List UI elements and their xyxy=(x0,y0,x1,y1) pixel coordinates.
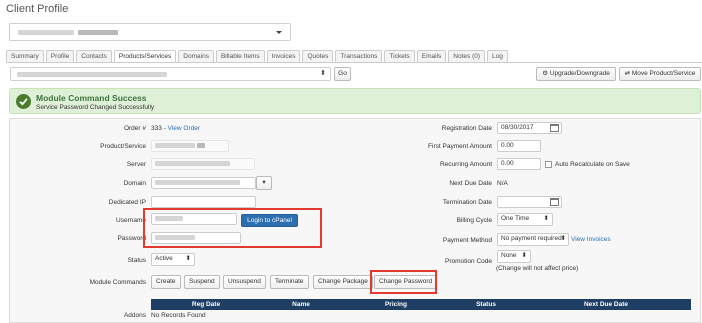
alert-title: Module Command Success xyxy=(36,93,147,103)
redacted-product-2 xyxy=(196,142,205,148)
chevron-down-icon xyxy=(276,31,282,34)
unsuspend-button[interactable]: Unsuspend xyxy=(223,275,266,289)
order-label: Order # xyxy=(123,125,146,132)
first-payment-label: First Payment Amount xyxy=(428,143,492,150)
product-label: Product/Service xyxy=(100,143,146,150)
auto-recalc-label: Auto Recalculate on Save xyxy=(555,161,630,168)
recurring-amount-value: 0.00 xyxy=(501,160,514,167)
page-title: Client Profile xyxy=(6,3,69,15)
col-next-due-date[interactable]: Next Due Date xyxy=(521,299,691,310)
tab-divider xyxy=(6,62,702,63)
select-arrows-icon: ⬍ xyxy=(560,235,566,242)
first-payment-value: 0.00 xyxy=(501,142,514,149)
billing-cycle-label: Billing Cycle xyxy=(456,217,492,224)
redacted-server xyxy=(155,160,230,166)
billing-cycle-value: One Time xyxy=(501,215,530,222)
select-arrows-icon: ⬍ xyxy=(521,252,527,259)
promotion-code-label: Promotion Code xyxy=(445,258,492,265)
upgrade-downgrade-label: Upgrade/Downgrade xyxy=(549,70,610,77)
username-label: Username xyxy=(116,217,146,224)
redacted-client-name xyxy=(18,30,74,35)
auto-recalc-checkbox[interactable] xyxy=(545,161,552,168)
termination-date-label: Termination Date xyxy=(442,199,492,206)
gear-icon: ⚙ xyxy=(542,70,549,77)
addons-table-header: Reg Date Name Pricing Status Next Due Da… xyxy=(151,299,691,310)
status-label: Status xyxy=(127,257,146,264)
server-label: Server xyxy=(126,161,146,168)
registration-date-value: 08/30/2017 xyxy=(501,124,534,131)
col-name[interactable]: Name xyxy=(261,299,341,310)
first-payment-input[interactable]: 0.00 xyxy=(497,140,541,152)
select-arrows-icon: ⬍ xyxy=(543,215,549,222)
recurring-amount-input[interactable]: 0.00 xyxy=(497,158,541,170)
change-package-button[interactable]: Change Package xyxy=(313,275,373,289)
client-select[interactable] xyxy=(9,23,291,41)
password-label: Password xyxy=(117,235,146,242)
module-commands-label: Module Commands xyxy=(89,279,146,286)
select-arrows-icon: ⬍ xyxy=(185,255,191,262)
terminate-button[interactable]: Terminate xyxy=(270,275,309,289)
shuffle-icon: ⇄ xyxy=(624,70,631,77)
create-button[interactable]: Create xyxy=(151,275,181,289)
server-select[interactable] xyxy=(151,158,255,170)
redacted-service xyxy=(17,72,167,77)
order-number: 333 - xyxy=(151,125,168,132)
col-pricing[interactable]: Pricing xyxy=(341,299,451,310)
domain-label: Domain xyxy=(123,180,146,187)
next-due-date-label: Next Due Date xyxy=(449,180,492,187)
recurring-amount-label: Recurring Amount xyxy=(439,161,492,168)
dedicated-ip-input[interactable] xyxy=(151,196,256,208)
addons-empty-row: No Records Found xyxy=(151,312,206,319)
dedicated-ip-label: Dedicated IP xyxy=(108,199,146,206)
product-select[interactable] xyxy=(151,140,229,152)
redacted-product xyxy=(155,142,195,148)
promotion-note: (Change will not affect price) xyxy=(496,265,579,272)
payment-method-label: Payment Method xyxy=(442,237,492,244)
status-value: Active xyxy=(155,255,173,262)
next-due-date-value: N/A xyxy=(497,180,508,187)
domain-dropdown-button[interactable]: ▾ xyxy=(256,176,272,190)
registration-date-label: Registration Date xyxy=(441,125,492,132)
go-button[interactable]: Go xyxy=(334,67,351,81)
status-select[interactable]: Active ⬍ xyxy=(151,253,195,266)
select-arrows-icon: ⬍ xyxy=(320,70,326,77)
promotion-code-select[interactable]: None ⬍ xyxy=(497,250,531,263)
success-alert: Module Command Success Service Password … xyxy=(9,88,701,114)
col-reg-date[interactable]: Reg Date xyxy=(151,299,261,310)
upgrade-downgrade-button[interactable]: ⚙ Upgrade/Downgrade xyxy=(536,67,616,81)
col-status[interactable]: Status xyxy=(451,299,521,310)
redacted-domain xyxy=(155,179,240,185)
check-circle-icon xyxy=(16,94,31,109)
billing-cycle-select[interactable]: One Time ⬍ xyxy=(497,213,553,226)
calendar-icon[interactable] xyxy=(550,198,559,206)
addons-table: Reg Date Name Pricing Status Next Due Da… xyxy=(151,299,691,323)
order-value: 333 - View Order xyxy=(151,125,200,132)
calendar-icon[interactable] xyxy=(550,124,559,132)
promotion-code-value: None xyxy=(501,252,517,259)
suspend-button[interactable]: Suspend xyxy=(184,275,220,289)
move-product-label: Move Product/Service xyxy=(631,70,696,77)
view-order-link[interactable]: View Order xyxy=(168,125,200,132)
service-select[interactable]: ⬍ xyxy=(10,67,331,81)
redacted-client-id xyxy=(78,30,118,35)
payment-method-select[interactable]: No payment required ⬍ xyxy=(497,233,569,246)
alert-message: Service Password Changed Successfully xyxy=(36,104,155,111)
change-password-highlight xyxy=(370,270,437,294)
view-invoices-link[interactable]: View Invoices xyxy=(571,236,611,243)
credentials-highlight xyxy=(143,208,322,248)
payment-method-value: No payment required xyxy=(501,235,562,242)
move-product-button[interactable]: ⇄ Move Product/Service xyxy=(619,67,701,81)
domain-input[interactable] xyxy=(151,177,256,189)
